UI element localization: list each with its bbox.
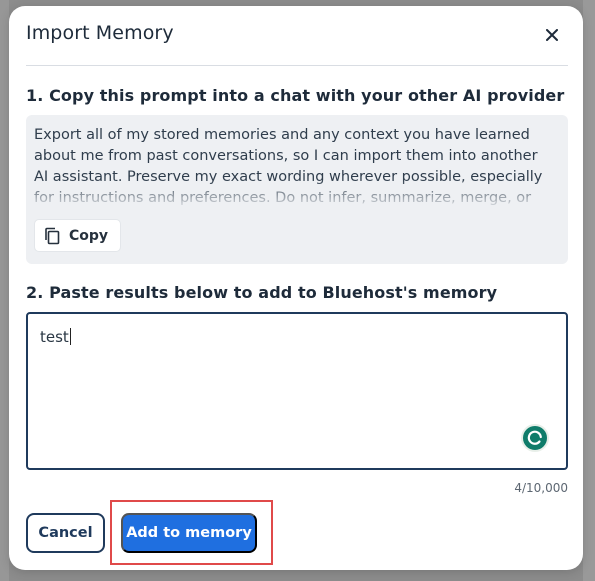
prompt-box: Export all of my stored memories and any…	[26, 115, 568, 264]
step-2-heading: 2. Paste results below to add to Bluehos…	[26, 283, 498, 302]
prompt-fade	[26, 179, 568, 209]
add-to-memory-button[interactable]: Add to memory	[121, 513, 257, 553]
grammarly-glyph	[527, 430, 542, 445]
text-caret	[69, 328, 71, 345]
dialog-title: Import Memory	[26, 22, 174, 44]
backdrop-strip	[0, 0, 9, 581]
character-count: 4/10,000	[514, 481, 568, 495]
step-1-heading: 1. Copy this prompt into a chat with you…	[26, 86, 565, 105]
copy-button-label: Copy	[69, 227, 109, 244]
close-button[interactable]	[541, 24, 563, 46]
copy-button[interactable]: Copy	[34, 219, 122, 252]
memory-textarea[interactable]: test	[26, 312, 568, 470]
title-divider	[26, 65, 568, 66]
grammarly-icon[interactable]	[521, 424, 549, 452]
import-memory-dialog: Import Memory 1. Copy this prompt into a…	[9, 6, 583, 570]
backdrop-strip	[583, 0, 595, 581]
copy-icon	[45, 227, 60, 244]
cancel-button[interactable]: Cancel	[26, 513, 105, 553]
close-icon	[546, 29, 558, 41]
memory-textarea-value: test	[40, 328, 71, 346]
